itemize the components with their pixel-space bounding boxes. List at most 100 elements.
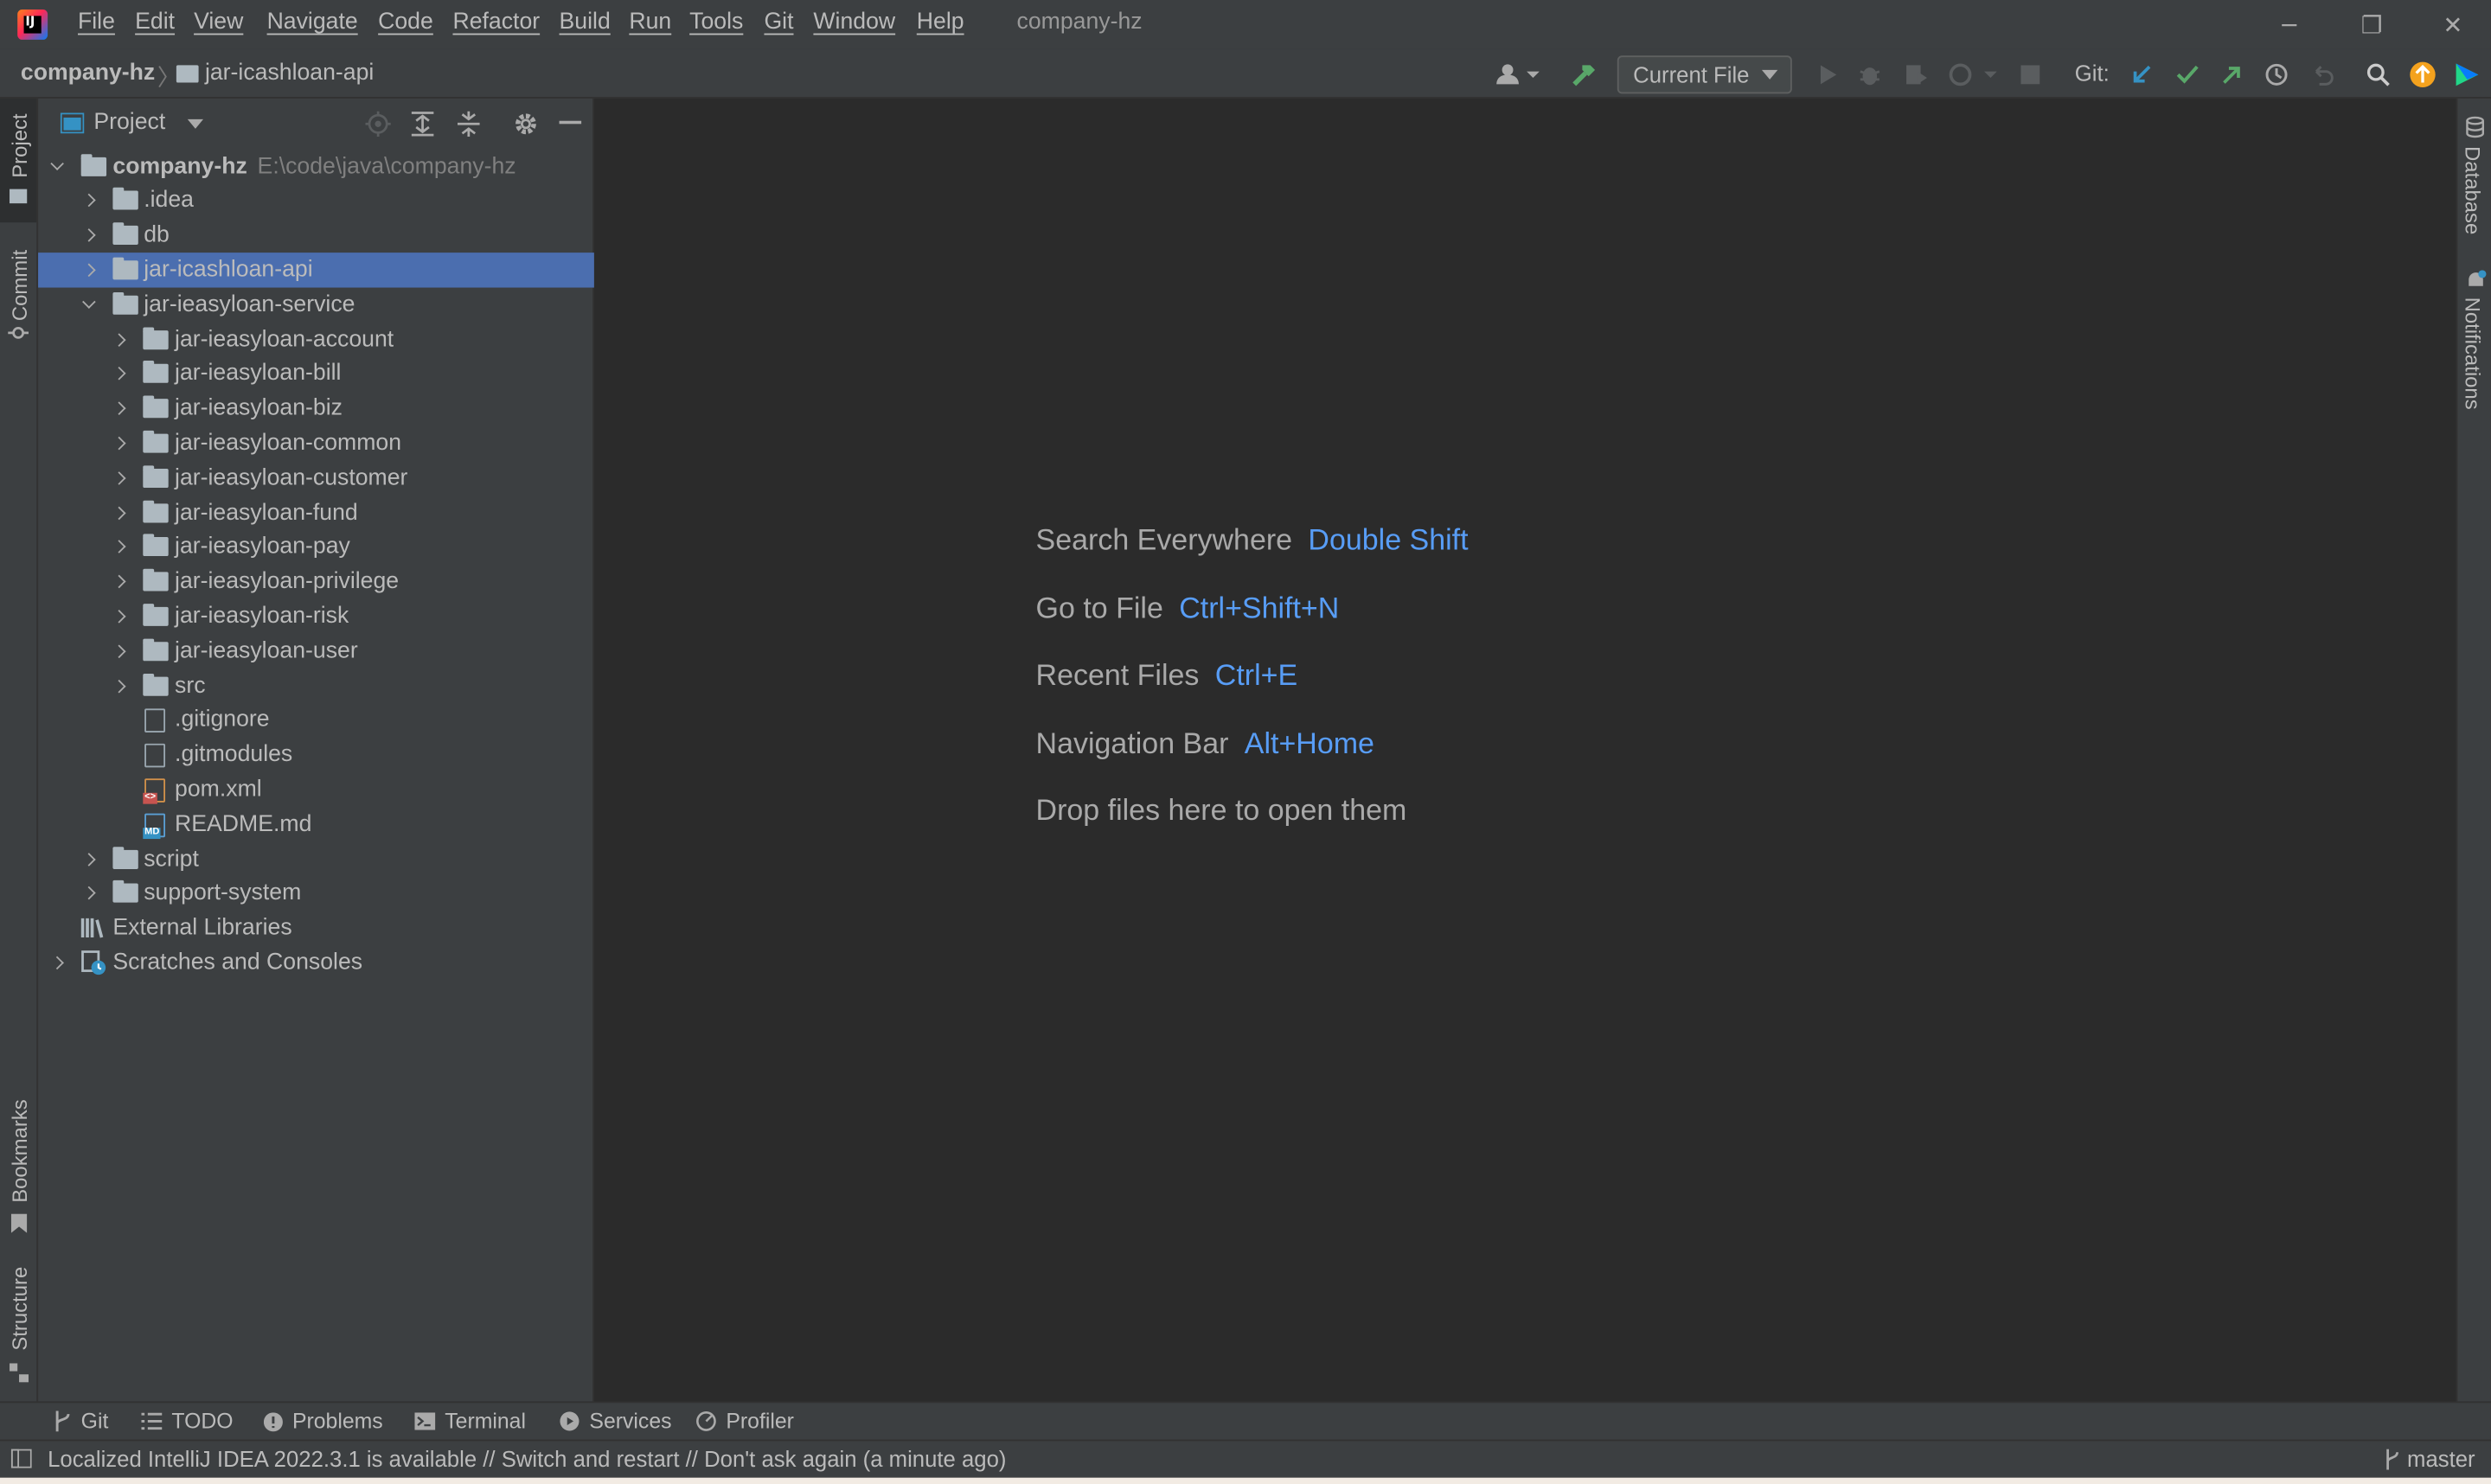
tree-row-src[interactable]: src (38, 668, 594, 703)
tool-tab-project[interactable]: Project (0, 98, 37, 223)
rollback-icon[interactable] (2307, 59, 2339, 91)
minimize-button[interactable]: ─ (2252, 0, 2325, 49)
hint-search-everywhere-shortcut[interactable]: Double Shift (1308, 522, 1468, 556)
tree-row-jar-ieasyloan-account[interactable]: jar-ieasyloan-account (38, 322, 594, 356)
tool-tab-notifications[interactable]: Notifications (2457, 265, 2491, 425)
tree-row-jar-ieasyloan-service[interactable]: jar-ieasyloan-service (38, 287, 594, 322)
menu-window[interactable]: Window (813, 10, 895, 35)
tool-tab-database[interactable]: Database (2457, 108, 2491, 241)
bottom-tab-terminal[interactable]: Terminal (414, 1410, 526, 1433)
tree-row-gitignore[interactable]: .gitignore (38, 703, 594, 738)
chevron-right-icon[interactable] (110, 495, 129, 529)
hint-navigation-bar-shortcut[interactable]: Alt+Home (1245, 726, 1374, 760)
chevron-right-icon[interactable] (79, 876, 98, 911)
git-branch-widget[interactable]: master (2385, 1446, 2475, 1471)
menu-build[interactable]: Build (560, 10, 611, 35)
tree-row-jar-ieasyloan-customer[interactable]: jar-ieasyloan-customer (38, 460, 594, 495)
toolbox-icon[interactable] (2451, 59, 2483, 91)
collapse-all-icon[interactable] (457, 111, 480, 138)
profile-icon[interactable] (1946, 59, 2000, 91)
tree-row-jar-ieasyloan-pay[interactable]: jar-ieasyloan-pay (38, 529, 594, 564)
tree-row-script[interactable]: script (38, 841, 594, 876)
tree-row-db[interactable]: db (38, 218, 594, 253)
update-icon[interactable] (2407, 59, 2439, 91)
tree-row-pom-xml[interactable]: <> pom.xml (38, 772, 594, 807)
close-button[interactable]: ✕ (2417, 0, 2489, 49)
chevron-down-icon[interactable] (79, 287, 98, 322)
hint-recent-files-shortcut[interactable]: Ctrl+E (1215, 658, 1297, 692)
gear-icon[interactable] (513, 112, 538, 137)
menu-run[interactable]: Run (629, 10, 671, 35)
chevron-right-icon[interactable] (48, 945, 67, 980)
breadcrumb-project[interactable]: company-hz (21, 61, 155, 86)
chevron-right-icon[interactable] (110, 391, 129, 425)
chevron-right-icon[interactable] (110, 668, 129, 703)
tree-row-company-hz[interactable]: company-hz E:\code\java\company-hz (38, 149, 594, 183)
menu-refactor[interactable]: Refactor (452, 10, 540, 35)
run-configuration-select[interactable]: Current File (1617, 55, 1792, 94)
menu-file[interactable]: File (78, 10, 115, 35)
debug-icon[interactable] (1854, 59, 1886, 91)
chevron-right-icon[interactable] (79, 841, 98, 876)
git-push-icon[interactable] (2216, 59, 2248, 91)
chevron-right-icon[interactable] (110, 356, 129, 391)
tree-row-jar-ieasyloan-biz[interactable]: jar-ieasyloan-biz (38, 391, 594, 425)
tree-row-jar-ieasyloan-user[interactable]: jar-ieasyloan-user (38, 633, 594, 668)
bottom-tab-profiler[interactable]: Profiler (695, 1410, 794, 1433)
tree-row-jar-ieasyloan-common[interactable]: jar-ieasyloan-common (38, 425, 594, 460)
bottom-tab-todo[interactable]: TODO (141, 1410, 234, 1433)
history-icon[interactable] (2261, 59, 2293, 91)
menu-git[interactable]: Git (764, 10, 793, 35)
tree-row-external-libraries[interactable]: External Libraries (38, 911, 594, 945)
tree-row-idea[interactable]: .idea (38, 183, 594, 218)
chevron-right-icon[interactable] (110, 633, 129, 668)
menu-code[interactable]: Code (378, 10, 433, 35)
tree-row-jar-ieasyloan-fund[interactable]: jar-ieasyloan-fund (38, 495, 594, 529)
status-message[interactable]: Localized IntelliJ IDEA 2022.3.1 is avai… (48, 1446, 1006, 1471)
tree-row-support-system[interactable]: support-system (38, 876, 594, 911)
intellij-logo-icon[interactable]: IJ (17, 10, 48, 40)
tree-row-scratches-and-consoles[interactable]: Scratches and Consoles (38, 945, 594, 980)
bottom-tab-problems[interactable]: Problems (263, 1410, 383, 1433)
tree-row-jar-ieasyloan-bill[interactable]: jar-ieasyloan-bill (38, 356, 594, 391)
locate-icon[interactable] (365, 111, 391, 138)
chevron-down-icon[interactable] (48, 149, 67, 183)
chevron-right-icon[interactable] (110, 564, 129, 598)
run-icon[interactable] (1811, 59, 1843, 91)
stop-icon[interactable] (2014, 59, 2046, 91)
chevron-right-icon[interactable] (110, 460, 129, 495)
bottom-tab-git[interactable]: Git (54, 1410, 108, 1433)
tree-row-jar-ieasyloan-privilege[interactable]: jar-ieasyloan-privilege (38, 564, 594, 598)
chevron-right-icon[interactable] (110, 598, 129, 633)
chevron-right-icon[interactable] (79, 253, 98, 287)
chevron-right-icon[interactable] (110, 322, 129, 356)
tool-tab-commit[interactable]: Commit (0, 232, 36, 346)
hint-go-to-file-shortcut[interactable]: Ctrl+Shift+N (1179, 591, 1339, 624)
git-commit-icon[interactable] (2172, 59, 2204, 91)
tree-row-jar-icashloan-api[interactable]: jar-icashloan-api (38, 252, 594, 288)
chevron-right-icon[interactable] (110, 529, 129, 564)
expand-all-icon[interactable] (411, 112, 434, 137)
layout-toggle-icon[interactable] (10, 1449, 32, 1468)
breadcrumb-folder[interactable]: jar-icashloan-api (205, 61, 374, 86)
tree-row-jar-ieasyloan-risk[interactable]: jar-ieasyloan-risk (38, 598, 594, 633)
menu-view[interactable]: View (194, 10, 243, 35)
menu-navigate[interactable]: Navigate (267, 10, 358, 35)
project-panel-title[interactable]: Project (93, 110, 165, 135)
menu-edit[interactable]: Edit (135, 10, 175, 35)
git-update-icon[interactable] (2126, 59, 2158, 91)
chevron-down-icon[interactable] (187, 118, 204, 129)
hide-icon[interactable] (559, 120, 582, 126)
menu-tools[interactable]: Tools (689, 10, 743, 35)
tree-row-readme-md[interactable]: MD README.md (38, 807, 594, 841)
tool-tab-bookmarks[interactable]: Bookmarks (0, 1091, 36, 1238)
chevron-right-icon[interactable] (110, 425, 129, 460)
restore-button[interactable]: ❐ (2335, 0, 2408, 49)
tree-row-gitmodules[interactable]: .gitmodules (38, 738, 594, 772)
build-hammer-icon[interactable] (1568, 59, 1600, 91)
editor-empty-area[interactable] (593, 98, 2456, 1402)
chevron-right-icon[interactable] (79, 218, 98, 253)
user-icon[interactable] (1494, 59, 1541, 91)
search-icon[interactable] (2362, 59, 2394, 91)
bottom-tab-services[interactable]: Services (560, 1410, 672, 1433)
